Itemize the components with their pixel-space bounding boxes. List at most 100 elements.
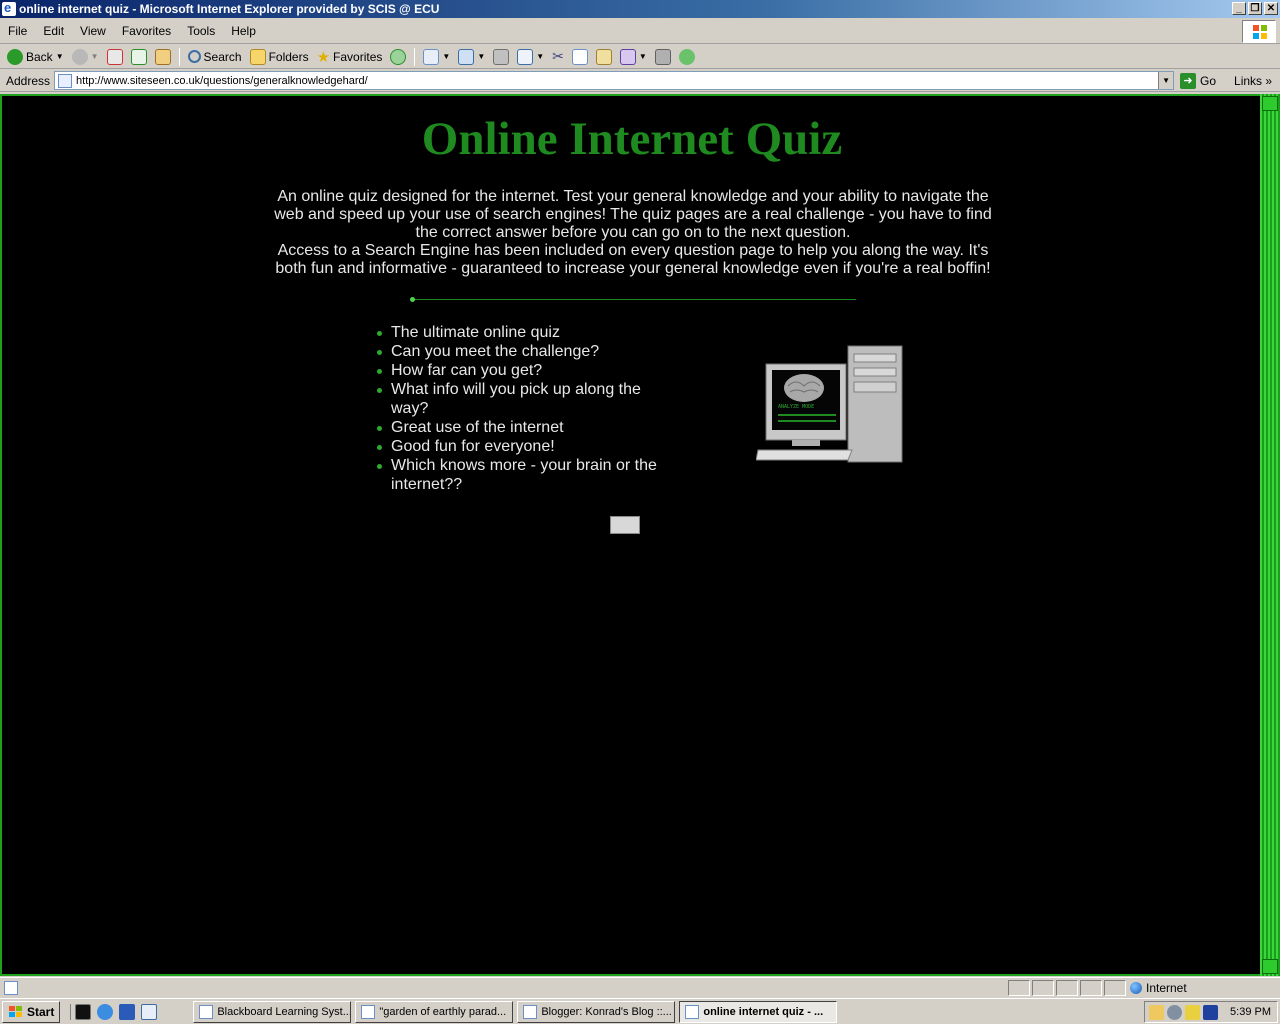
vertical-scrollbar[interactable] — [1260, 94, 1280, 976]
forward-button[interactable]: ▼ — [69, 47, 102, 67]
discuss-dropdown-icon: ▼ — [638, 52, 647, 61]
scroll-up-button[interactable] — [1262, 96, 1278, 111]
stop-icon — [106, 48, 123, 65]
intro-text: An online quiz designed for the internet… — [266, 188, 1000, 278]
folders-button[interactable]: Folders — [247, 47, 312, 67]
list-item: Which knows more - your brain or the int… — [375, 456, 675, 494]
favorites-button[interactable]: ★ Favorites — [314, 47, 386, 67]
taskbar: Start Blackboard Learning Syst... "garde… — [0, 998, 1280, 1024]
task-label: "garden of earthly parad... — [379, 1005, 507, 1018]
tray-network-icon[interactable] — [1167, 1004, 1182, 1020]
close-button[interactable]: ✕ — [1264, 2, 1278, 15]
restore-button[interactable]: ❐ — [1248, 2, 1262, 15]
taskbar-button[interactable]: Blackboard Learning Syst... — [193, 1000, 352, 1023]
folder-icon — [249, 48, 266, 65]
menu-help[interactable]: Help — [223, 24, 264, 38]
links-label: Links — [1234, 73, 1263, 88]
discuss-button[interactable]: ▼ — [617, 47, 650, 67]
address-input[interactable]: http://www.siteseen.co.uk/questions/gene… — [54, 71, 1175, 90]
zone-label: Internet — [1146, 981, 1187, 995]
start-button[interactable]: Start — [2, 1000, 61, 1023]
mail-button[interactable]: ▼ — [420, 47, 453, 67]
menu-favorites[interactable]: Favorites — [114, 24, 179, 38]
back-button[interactable]: Back ▼ — [4, 47, 67, 67]
toolbar-separator — [178, 47, 180, 66]
list-item: Great use of the internet — [375, 418, 675, 437]
forward-dropdown-icon[interactable]: ▼ — [91, 52, 99, 61]
history-icon — [390, 48, 407, 65]
taskbar-button[interactable]: Blogger: Konrad's Blog ::... — [517, 1000, 676, 1023]
font-size-button[interactable]: ▼ — [455, 47, 488, 67]
address-url[interactable]: http://www.siteseen.co.uk/questions/gene… — [76, 75, 368, 87]
menu-bar: File Edit View Favorites Tools Help — [0, 19, 1280, 44]
go-label: Go — [1200, 73, 1217, 88]
intro-paragraph-2: Access to a Search Engine has been inclu… — [275, 242, 991, 277]
print-button[interactable] — [490, 47, 512, 67]
menu-file[interactable]: File — [0, 24, 35, 38]
mail-icon — [423, 48, 440, 65]
mail-dropdown-icon: ▼ — [442, 52, 451, 61]
windows-logo-icon — [1242, 20, 1276, 43]
scroll-down-button[interactable] — [1262, 959, 1278, 974]
title-bar: online internet quiz - Microsoft Interne… — [0, 0, 1280, 18]
status-pane — [1056, 980, 1078, 996]
page-viewport: Online Internet Quiz An online quiz desi… — [0, 94, 1280, 976]
address-dropdown-icon[interactable]: ▼ — [1158, 72, 1174, 89]
messenger-button[interactable] — [676, 47, 698, 67]
start-label: Start — [27, 1004, 55, 1019]
search-label: Search — [203, 49, 242, 64]
list-item: Good fun for everyone! — [375, 437, 675, 456]
research-button[interactable] — [652, 47, 674, 67]
back-label: Back — [26, 49, 53, 64]
toolbar-separator — [414, 47, 416, 66]
address-bar: Address http://www.siteseen.co.uk/questi… — [0, 70, 1280, 92]
tray-folder-icon[interactable] — [1149, 1004, 1164, 1020]
history-button[interactable] — [387, 47, 409, 67]
menu-edit[interactable]: Edit — [35, 24, 72, 38]
status-pane — [1008, 980, 1030, 996]
back-arrow-icon — [7, 48, 23, 65]
refresh-button[interactable] — [128, 47, 150, 67]
stop-button[interactable] — [104, 47, 126, 67]
small-button-image[interactable] — [610, 516, 640, 534]
task-label: Blackboard Learning Syst... — [217, 1005, 352, 1018]
intro-paragraph-1: An online quiz designed for the internet… — [274, 188, 992, 241]
system-tray: 5:39 PM — [1144, 1001, 1278, 1023]
copy-button[interactable] — [569, 47, 591, 67]
browser-quicklaunch-icon[interactable] — [141, 1003, 158, 1020]
globe-icon — [1130, 982, 1142, 994]
address-label: Address — [6, 73, 51, 88]
menu-tools[interactable]: Tools — [179, 24, 223, 38]
ie-quicklaunch-icon[interactable] — [97, 1003, 114, 1020]
edit-page-icon — [517, 48, 534, 65]
search-button[interactable]: Search — [185, 47, 245, 67]
taskbar-button[interactable]: "garden of earthly parad... — [355, 1000, 514, 1023]
tray-pen-icon[interactable] — [1185, 1004, 1200, 1020]
feature-list: The ultimate online quiz Can you meet th… — [375, 323, 675, 494]
home-button[interactable] — [152, 47, 174, 67]
paste-button[interactable] — [593, 47, 615, 67]
cut-button[interactable]: ✂ — [549, 47, 567, 67]
status-bar: Internet — [0, 977, 1280, 997]
refresh-icon — [130, 48, 147, 65]
list-item: What info will you pick up along the way… — [375, 380, 675, 418]
links-button[interactable]: Links » — [1234, 74, 1272, 88]
copy-icon — [571, 48, 588, 65]
page-icon — [58, 73, 73, 88]
command-prompt-icon[interactable] — [75, 1003, 92, 1020]
task-label: online internet quiz - ... — [703, 1005, 824, 1018]
edit-button[interactable]: ▼ — [514, 47, 547, 67]
menu-view[interactable]: View — [72, 24, 114, 38]
word-icon[interactable] — [119, 1003, 136, 1020]
home-icon — [154, 48, 171, 65]
minimize-button[interactable]: _ — [1232, 2, 1246, 15]
tray-monitor-icon[interactable] — [1203, 1004, 1218, 1020]
research-icon — [654, 48, 671, 65]
divider-line — [410, 297, 856, 302]
taskbar-button-active[interactable]: online internet quiz - ... — [679, 1000, 838, 1023]
go-button[interactable]: ➜ Go — [1180, 72, 1217, 89]
security-zone: Internet — [1130, 980, 1187, 996]
go-arrow-icon: ➜ — [1180, 72, 1197, 89]
clock: 5:39 PM — [1230, 1006, 1271, 1018]
back-dropdown-icon[interactable]: ▼ — [56, 52, 64, 61]
